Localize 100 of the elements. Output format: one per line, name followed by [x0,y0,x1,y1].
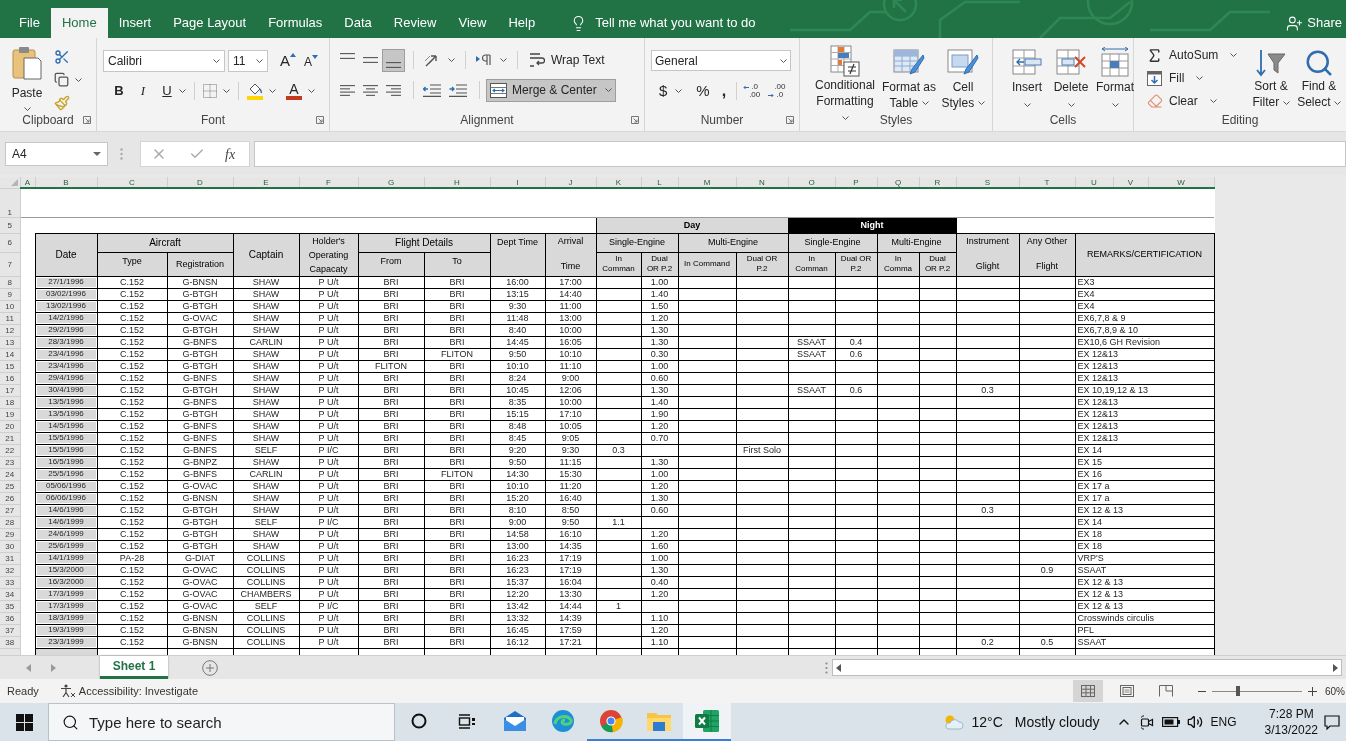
column-header[interactable]: C [97,177,167,188]
zoom-in-button[interactable] [1308,686,1317,696]
column-header[interactable]: Q [877,177,919,188]
column-header[interactable]: N [736,177,788,188]
column-header[interactable]: V [1113,177,1148,188]
column-header[interactable]: W [1148,177,1214,188]
ribbon-tab[interactable]: View [447,8,498,38]
increase-indent-button[interactable] [449,83,469,97]
wrap-text-button[interactable]: Wrap Text [524,48,610,72]
merge-center-button[interactable]: Merge & Center [486,78,616,102]
column-header[interactable]: B [35,177,97,188]
column-header[interactable]: P [835,177,877,188]
left-triangle-icon[interactable] [836,663,841,672]
ribbon-tab[interactable]: Home [50,8,108,38]
comma-style-button[interactable]: , [721,84,727,98]
table-cell: CARLIN [233,336,299,348]
right-triangle-icon[interactable] [1333,663,1338,672]
video-camera-icon[interactable] [1139,714,1154,730]
language-indicator[interactable]: ENG [1210,713,1237,731]
insert-function-button[interactable]: fx [225,143,236,165]
number-format-dropdown[interactable]: General [651,50,791,71]
view-button[interactable] [1073,680,1103,702]
column-header[interactable]: I [490,177,545,188]
column-header[interactable]: L [641,177,678,188]
sheet-tab[interactable]: Sheet 1 [100,656,168,679]
dialog-launcher-icon[interactable] [83,116,91,124]
format-as-table-button[interactable]: Format as Table [880,45,938,112]
zoom-slider-thumb[interactable] [1236,686,1241,696]
column-header[interactable]: U [1075,177,1113,188]
copy-button[interactable] [54,71,82,88]
percent-button[interactable]: % [696,79,710,103]
vertical-dots-icon[interactable] [825,661,828,674]
search-field[interactable]: Type here to search [48,703,395,741]
ribbon-tab[interactable]: Data [333,8,383,38]
weather-button[interactable]: 12°C Mostly cloudy [941,711,1100,733]
accessibility-button[interactable]: Accessibility: Investigate [59,682,198,700]
increase-decimal-button[interactable]: .0 .00 [743,83,761,99]
speaker-icon[interactable] [1186,714,1203,730]
fill-button[interactable]: Fill [1146,68,1246,88]
formula-input[interactable] [254,141,1346,167]
font-size-dropdown[interactable]: 11 [228,50,268,72]
column-header[interactable]: E [233,177,299,188]
column-header[interactable]: G [358,177,424,188]
fill-color-button[interactable] [247,82,276,100]
ribbon-tab[interactable]: Help [497,8,547,38]
name-box[interactable]: A4 [5,142,108,166]
table-cell: 1.20 [641,312,678,324]
autosum-button[interactable]: AutoSum [1146,45,1246,65]
column-header[interactable]: M [678,177,736,188]
dialog-launcher-icon[interactable] [786,116,794,124]
conditional-formatting-button[interactable]: Conditional Formatting [812,45,878,112]
bold-button[interactable]: B [109,81,129,101]
currency-button[interactable]: $ [659,79,668,103]
battery-icon[interactable] [1161,717,1180,727]
column-header[interactable]: F [299,177,358,188]
column-header[interactable]: T [1019,177,1075,188]
format-cells-button[interactable]: Format [1095,45,1135,112]
grow-font-button[interactable]: A [280,53,296,69]
font-name-dropdown[interactable]: Calibri [103,50,225,72]
sort-filter-button[interactable]: Sort & Filter [1248,42,1294,112]
tell-me-button[interactable]: Tell me what you want to do [570,8,756,38]
align-bottom-button[interactable] [382,48,405,72]
orientation-button[interactable] [424,52,455,68]
column-header[interactable]: H [424,177,490,188]
row-number[interactable]: 7 [0,252,20,276]
column-header[interactable]: K [596,177,641,188]
dialog-launcher-icon[interactable] [316,116,324,124]
paste-button[interactable]: Paste [4,42,50,112]
table-cell: SHAW [233,384,299,396]
insert-cells-button[interactable]: Insert [1007,45,1047,112]
font-color-button[interactable]: A [286,82,315,100]
dialog-launcher-icon[interactable] [631,116,639,124]
search-input[interactable]: Type here to search [89,704,394,740]
row-number[interactable]: 1 [0,188,20,217]
ribbon-tab[interactable]: Page Layout [162,8,258,38]
clock-button[interactable]: 7:28 PM 3/13/2022 [1264,706,1318,738]
speech-bubble-icon[interactable] [1324,714,1340,730]
italic-button[interactable]: I [133,81,153,101]
underline-button[interactable]: U [157,81,177,101]
column-header[interactable]: R [919,177,956,188]
ribbon-tab[interactable]: Formulas [257,8,334,38]
text-direction-button[interactable] [476,54,507,66]
decrease-indent-button[interactable] [423,83,443,97]
ribbon-tab[interactable]: Insert [107,8,163,38]
clear-button[interactable]: Clear [1146,91,1246,111]
share-button[interactable]: Share [1286,8,1342,38]
ribbon-tab[interactable]: File [8,8,51,38]
column-header[interactable]: A [20,177,35,188]
delete-cells-button[interactable]: Delete [1051,45,1091,112]
ribbon-tab[interactable]: Review [382,8,448,38]
column-header[interactable]: O [788,177,835,188]
cell-styles-button[interactable]: Cell Styles [940,45,986,112]
horizontal-scrollbar[interactable] [832,659,1342,676]
decrease-decimal-button[interactable]: .00 .0 [768,83,786,99]
find-select-button[interactable]: Find & Select [1296,42,1342,112]
column-header[interactable]: D [167,177,233,188]
column-header[interactable]: S [956,177,1019,188]
shrink-font-button[interactable]: A [304,55,319,69]
zoom-level[interactable]: 60% [1325,683,1345,699]
column-header[interactable]: J [545,177,596,188]
